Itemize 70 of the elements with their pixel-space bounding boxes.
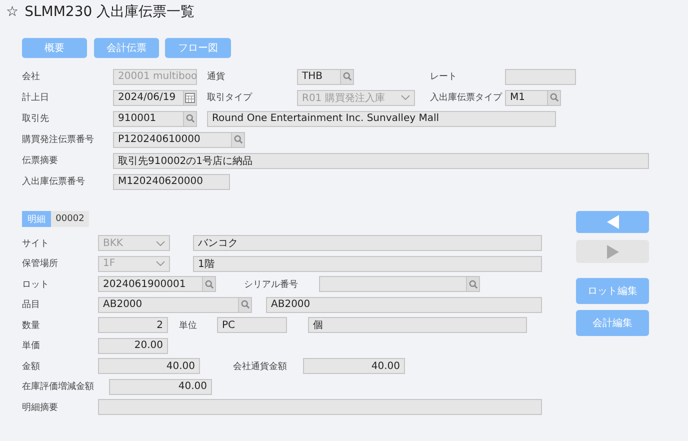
field-label: サイト <box>22 238 50 250</box>
number-field[interactable]: 40.00 <box>303 358 405 374</box>
number-field[interactable]: 2 <box>98 317 168 334</box>
search-button[interactable] <box>547 90 561 106</box>
lookup-field[interactable]: THB <box>297 68 340 84</box>
text-field[interactable]: AB2000 <box>266 296 542 313</box>
lookup-field[interactable] <box>319 276 466 292</box>
previous-button[interactable] <box>576 211 649 233</box>
number-field[interactable]: 40.00 <box>109 378 212 395</box>
search-icon <box>468 280 478 289</box>
text-field[interactable]: PC <box>217 317 287 334</box>
date-field[interactable]: 2024/06/19 <box>113 90 183 106</box>
search-icon <box>204 280 214 289</box>
field-label: 取引タイプ <box>207 91 254 104</box>
field-label: 明細摘要 <box>22 402 59 414</box>
field-label: 入出庫伝票番号 <box>22 176 86 188</box>
search-button[interactable] <box>466 276 480 292</box>
text-field[interactable] <box>505 68 576 84</box>
number-field[interactable]: 40.00 <box>98 358 200 374</box>
calendar-icon <box>185 92 195 102</box>
text-field[interactable]: バンコク <box>193 235 542 252</box>
search-icon <box>186 114 194 123</box>
field-label: 入出庫伝票タイプ <box>430 91 504 104</box>
text-field[interactable]: Round One Entertainment Inc. Sunvalley Mall <box>207 110 556 126</box>
field-label: 単価 <box>22 340 41 352</box>
field-label: 会社通貨金額 <box>233 360 288 373</box>
text-field[interactable]: 1階 <box>193 256 542 272</box>
text-field[interactable]: 取引先910002の1号店に納品 <box>113 152 649 168</box>
detail-number: 00002 <box>51 211 89 227</box>
star-icon[interactable]: ☆ <box>6 4 19 20</box>
field-label: 品目 <box>22 298 41 312</box>
text-field[interactable]: M120240620000 <box>113 174 230 190</box>
lookup-field[interactable]: 2024061900001 <box>98 276 202 292</box>
field-label: 在庫評価増減金額 <box>22 380 95 394</box>
field-label: 会社 <box>22 70 41 83</box>
lookup-field[interactable]: P120240610000 <box>113 132 231 148</box>
field-label: 計上日 <box>22 92 50 104</box>
search-button[interactable] <box>340 68 354 84</box>
field-label: 保管場所 <box>22 258 59 270</box>
field-label: 伝票摘要 <box>22 154 59 167</box>
lookup-field[interactable]: M1 <box>505 90 547 106</box>
calendar-button[interactable] <box>183 90 197 106</box>
search-icon <box>342 72 352 81</box>
field-label: レート <box>430 71 458 83</box>
search-button[interactable] <box>202 276 216 292</box>
field-label: 取引先 <box>22 112 50 125</box>
search-icon <box>240 300 250 310</box>
lookup-field[interactable]: 910001 <box>113 110 183 126</box>
field-label: 金額 <box>22 360 41 373</box>
number-field[interactable]: 20.00 <box>98 338 168 354</box>
field-label: 単位 <box>179 320 198 332</box>
caret-icon <box>401 95 410 100</box>
caret-icon <box>156 261 165 266</box>
field-label: ロット <box>22 278 50 291</box>
search-icon <box>550 93 558 102</box>
search-button[interactable] <box>231 132 245 148</box>
lookup-field[interactable]: AB2000 <box>98 296 238 313</box>
field-label: 数量 <box>22 320 41 332</box>
field-label: 購買発注伝票番号 <box>22 134 95 146</box>
search-icon <box>234 135 242 144</box>
text-field[interactable]: 個 <box>308 317 527 334</box>
field-label: 通貨 <box>207 70 226 83</box>
field-label: シリアル番号 <box>244 278 299 291</box>
search-button[interactable] <box>238 296 252 313</box>
right-triangle-icon <box>606 244 618 258</box>
left-triangle-icon <box>606 215 618 229</box>
search-button[interactable] <box>183 110 197 126</box>
page-title: SLMM230 入出庫伝票一覧 <box>24 3 195 21</box>
text-field[interactable] <box>98 399 542 416</box>
caret-icon <box>156 240 165 246</box>
